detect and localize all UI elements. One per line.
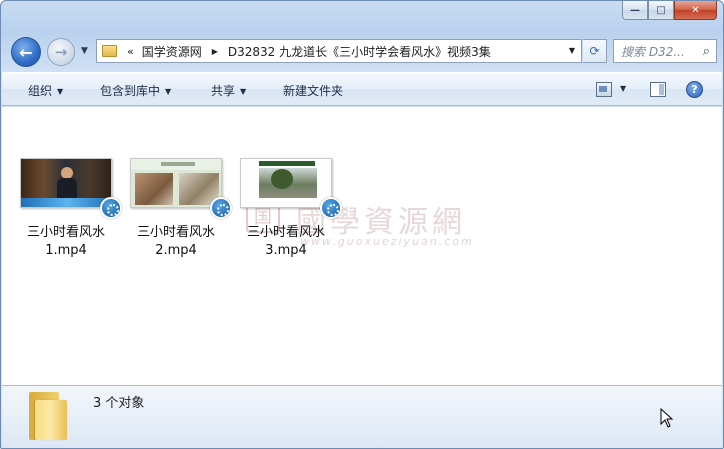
command-bar: 组织 ▼ 包含到库中 ▼ 共享 ▼ 新建文件夹 ▼ ? [2, 72, 722, 106]
file-name-line2: 3.mp4 [265, 243, 307, 258]
chevron-down-icon: ▼ [57, 87, 64, 96]
file-name-line2: 2.mp4 [155, 243, 197, 258]
share-label: 共享 [211, 84, 236, 98]
refresh-button[interactable]: ⟳ [583, 39, 607, 63]
address-bar[interactable]: « 国学资源网 ▶ D32832 九龙道长《三小时学会看风水》视频3集 ▼ [96, 39, 582, 63]
share-menu[interactable]: 共享 ▼ [211, 82, 246, 99]
change-view-icon[interactable] [596, 82, 612, 97]
item-count: 3 个对象 [93, 396, 145, 411]
file-name-line1: 三小时看风水 [246, 225, 325, 240]
help-icon[interactable]: ? [686, 81, 703, 98]
minimize-button[interactable]: — [622, 1, 648, 20]
breadcrumb-root[interactable]: 国学资源网 [142, 43, 202, 60]
mouse-cursor-icon [660, 408, 674, 428]
organize-label: 组织 [28, 84, 53, 98]
media-player-icon [210, 197, 232, 219]
new-folder-button[interactable]: 新建文件夹 [283, 82, 343, 99]
video-thumbnail [130, 158, 232, 219]
file-item[interactable]: 三小时看风水 1.mp4 [11, 158, 122, 260]
view-options-caret-icon[interactable]: ▼ [620, 84, 626, 93]
search-placeholder: 搜索 D32... [621, 44, 685, 59]
media-player-icon [320, 197, 342, 219]
organize-menu[interactable]: 组织 ▼ [28, 82, 63, 99]
address-dropdown-icon[interactable]: ▼ [569, 46, 575, 55]
video-thumbnail [20, 158, 122, 219]
include-in-library-menu[interactable]: 包含到库中 ▼ [100, 82, 171, 99]
navigation-bar: ← → ▼ « 国学资源网 ▶ D32832 九龙道长《三小时学会看风水》视频3… [1, 31, 723, 69]
back-button[interactable]: ← [11, 37, 41, 67]
chevron-down-icon: ▼ [240, 87, 247, 96]
caption-buttons: — □ ✕ [622, 1, 717, 20]
search-input[interactable]: 搜索 D32... ⌕ [613, 39, 717, 63]
explorer-window: — □ ✕ ← → ▼ « 国学资源网 ▶ D32832 九龙道长《三小时学会看… [0, 0, 724, 449]
chevron-down-icon: ▼ [165, 87, 172, 96]
file-name: 三小时看风水 2.mp4 [121, 224, 231, 260]
file-list[interactable]: 国 國學資源網 www.guoxueziyuan.com 三小时看风水 1.mp… [2, 107, 722, 385]
file-name-line1: 三小时看风水 [136, 225, 215, 240]
file-item[interactable]: 三小时看风水 3.mp4 [231, 158, 342, 260]
file-name: 三小时看风水 1.mp4 [11, 224, 121, 260]
breadcrumb-overflow[interactable]: « [127, 45, 134, 58]
recent-pages-caret-icon[interactable]: ▼ [81, 46, 88, 56]
folder-icon [29, 392, 67, 440]
preview-pane-icon[interactable] [650, 82, 666, 97]
search-icon[interactable]: ⌕ [703, 44, 710, 59]
file-name: 三小时看风水 3.mp4 [231, 224, 341, 260]
video-thumbnail [240, 158, 342, 219]
breadcrumb-current-folder[interactable]: D32832 九龙道长《三小时学会看风水》视频3集 [228, 43, 491, 60]
breadcrumb-separator-icon[interactable]: ▶ [212, 47, 218, 56]
file-name-line1: 三小时看风水 [26, 225, 105, 240]
include-in-library-label: 包含到库中 [100, 84, 161, 98]
folder-icon [102, 45, 117, 57]
maximize-button[interactable]: □ [648, 1, 674, 20]
details-pane: 3 个对象 [2, 385, 722, 448]
file-name-line2: 1.mp4 [45, 243, 87, 258]
media-player-icon [100, 197, 122, 219]
file-item[interactable]: 三小时看风水 2.mp4 [121, 158, 232, 260]
close-button[interactable]: ✕ [674, 1, 717, 20]
forward-button[interactable]: → [47, 38, 75, 66]
